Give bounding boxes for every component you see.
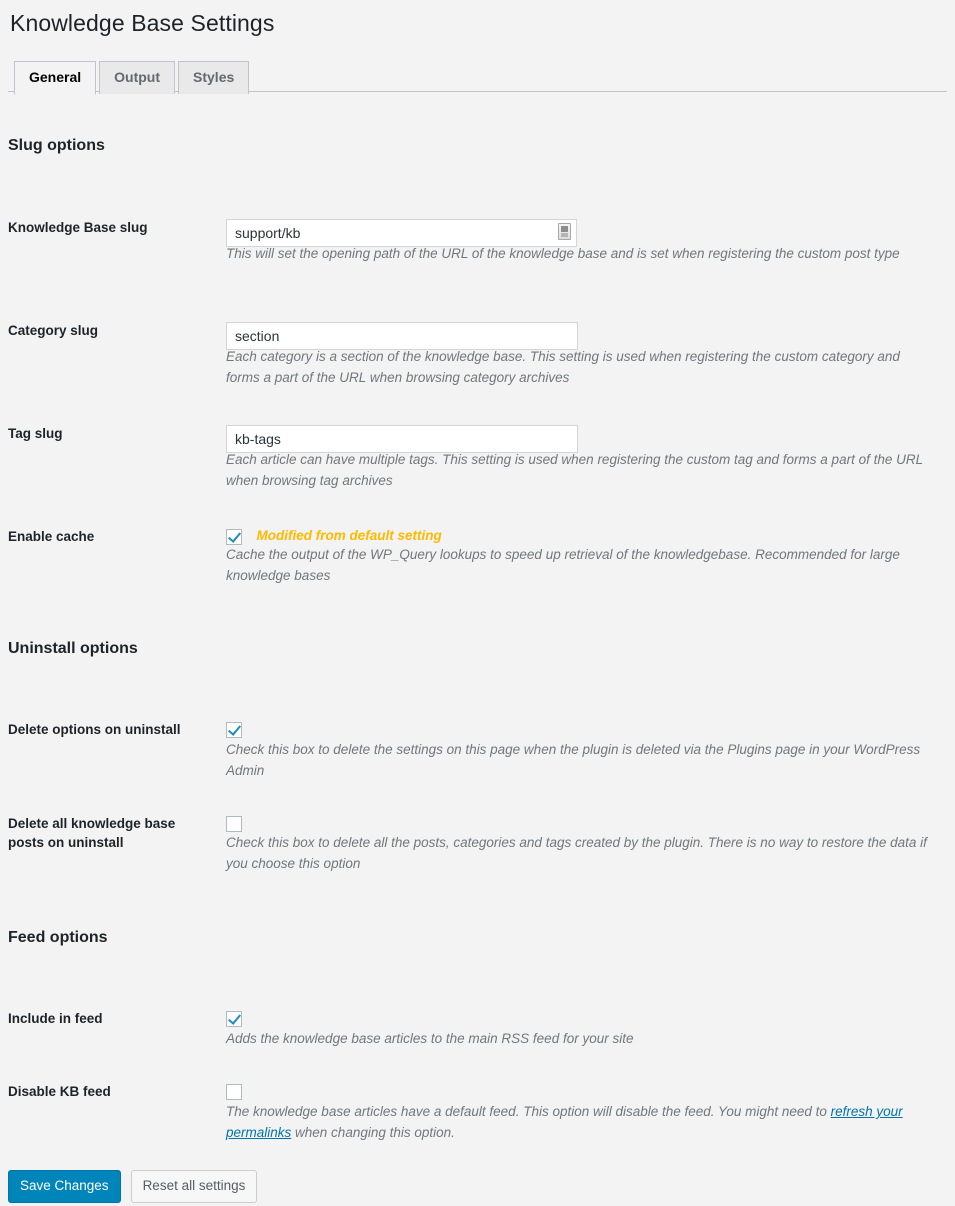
field-include-in-feed	[226, 1010, 242, 1028]
description-category-slug: Each category is a section of the knowle…	[226, 349, 900, 385]
field-knowledge-base-slug	[226, 219, 577, 247]
disable-kb-feed-checkbox[interactable]	[226, 1083, 242, 1100]
description-disable-kb-feed-part2: when changing this option.	[291, 1124, 455, 1140]
tag-slug-input[interactable]	[226, 425, 578, 453]
description-enable-cache: Cache the output of the WP_Query lookups…	[226, 547, 900, 583]
tab-general[interactable]: General	[14, 60, 97, 96]
label-category-slug: Category slug	[8, 323, 99, 338]
description-include-in-feed: Adds the knowledge base articles to the …	[226, 1031, 634, 1046]
label-delete-options-on-uninstall: Delete options on uninstall	[8, 722, 181, 737]
knowledge-base-slug-input[interactable]	[226, 219, 577, 247]
description-delete-posts-on-uninstall: Check this box to delete all the posts, …	[226, 835, 927, 871]
label-knowledge-base-slug: Knowledge Base slug	[8, 220, 148, 235]
label-include-in-feed: Include in feed	[8, 1011, 103, 1026]
label-enable-cache: Enable cache	[8, 529, 95, 544]
label-delete-posts-on-uninstall: Delete all knowledge base posts on unins…	[8, 816, 176, 850]
page-title: Knowledge Base Settings	[10, 10, 275, 36]
include-in-feed-checkbox[interactable]	[226, 1010, 242, 1027]
description-delete-options-on-uninstall: Check this box to delete the settings on…	[226, 742, 921, 778]
field-tag-slug	[226, 425, 578, 453]
tab-output[interactable]: Output	[99, 60, 176, 95]
label-tag-slug: Tag slug	[8, 426, 63, 441]
enable-cache-checkbox[interactable]	[226, 528, 242, 545]
label-disable-kb-feed: Disable KB feed	[8, 1084, 111, 1099]
description-knowledge-base-slug: This will set the opening path of the UR…	[226, 246, 900, 261]
tab-styles[interactable]: Styles	[178, 60, 250, 95]
section-heading-uninstall-options: Uninstall options	[8, 640, 138, 657]
save-changes-button[interactable]: Save Changes	[8, 1170, 121, 1203]
delete-options-on-uninstall-checkbox[interactable]	[226, 721, 242, 738]
field-enable-cache: Modified from default setting	[226, 528, 442, 546]
field-category-slug	[226, 322, 578, 350]
delete-posts-on-uninstall-checkbox[interactable]	[226, 815, 242, 832]
reset-all-settings-button[interactable]: Reset all settings	[130, 1170, 258, 1203]
field-delete-options-on-uninstall	[226, 721, 242, 739]
description-disable-kb-feed-part1: The knowledge base articles have a defau…	[226, 1104, 831, 1119]
tab-bar: General Output Styles	[8, 60, 947, 96]
form-actions: Save Changes Reset all settings	[8, 1170, 258, 1203]
field-delete-posts-on-uninstall	[226, 815, 242, 833]
description-disable-kb-feed: The knowledge base articles have a defau…	[226, 1102, 932, 1144]
section-heading-feed-options: Feed options	[8, 929, 108, 946]
category-slug-input[interactable]	[226, 322, 578, 350]
autofill-icon[interactable]	[558, 223, 571, 240]
settings-page: Knowledge Base Settings General Output Sty…	[0, 0, 955, 1206]
field-disable-kb-feed	[226, 1083, 242, 1101]
section-heading-slug-options: Slug options	[8, 137, 105, 154]
description-tag-slug: Each article can have multiple tags. Thi…	[226, 452, 923, 488]
enable-cache-modified-note: Modified from default setting	[256, 528, 442, 544]
knowledge-base-slug-input-wrap	[226, 219, 577, 247]
